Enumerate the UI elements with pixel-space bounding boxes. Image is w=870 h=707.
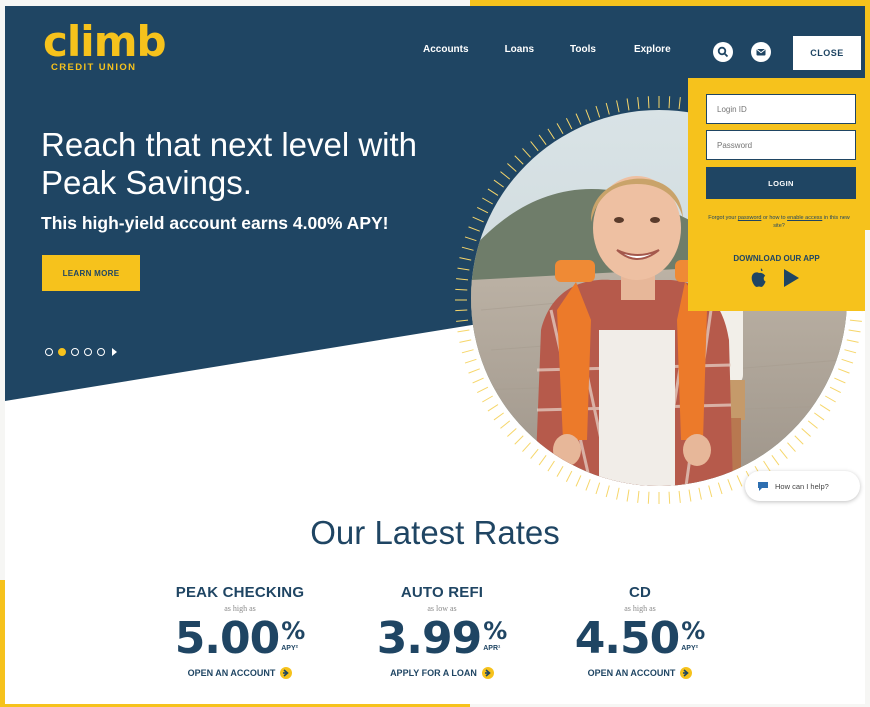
main-nav: Accounts Loans Tools Explore bbox=[423, 44, 671, 55]
nav-item-tools[interactable]: Tools bbox=[570, 44, 596, 55]
rate-percent: % bbox=[281, 617, 306, 645]
password-input[interactable] bbox=[706, 130, 856, 160]
carousel-dot-2[interactable] bbox=[58, 348, 66, 356]
search-icon bbox=[717, 46, 729, 58]
apple-icon[interactable] bbox=[750, 268, 768, 288]
carousel-dot-5[interactable] bbox=[97, 348, 105, 356]
rate-name: CD bbox=[628, 584, 652, 601]
rate-unit: APR¹ bbox=[483, 645, 501, 652]
rate-value: 5.00 bbox=[174, 613, 281, 664]
forgot-middle-text: or how to bbox=[762, 215, 786, 221]
rate-name: AUTO REFI bbox=[400, 584, 484, 601]
rate-unit: APY² bbox=[681, 645, 698, 652]
apply-loan-link[interactable]: APPLY FOR A LOAN bbox=[357, 667, 527, 679]
rate-card-peak-checking: PEAK CHECKING as high as 5.00 % APY² OPE… bbox=[155, 584, 325, 679]
login-panel: LOGIN Forgot your password or how to ena… bbox=[688, 78, 865, 311]
message-icon bbox=[756, 49, 766, 56]
open-account-link[interactable]: OPEN AN ACCOUNT bbox=[155, 667, 325, 679]
carousel-dot-1[interactable] bbox=[45, 348, 53, 356]
arrow-right-icon bbox=[481, 667, 494, 679]
forgot-prefix-text: Forgot your bbox=[708, 215, 737, 221]
rate-qualifier: as high as bbox=[624, 604, 656, 613]
rate-qualifier: as high as bbox=[224, 604, 256, 613]
climb-logo[interactable]: climb CREDIT UNION bbox=[43, 17, 167, 74]
carousel-dot-3[interactable] bbox=[71, 348, 79, 356]
message-button[interactable] bbox=[751, 42, 771, 62]
app-store-links bbox=[750, 268, 800, 288]
arrow-right-icon bbox=[280, 667, 293, 679]
rate-percent: % bbox=[681, 617, 706, 645]
rate-link-label: OPEN AN ACCOUNT bbox=[587, 668, 676, 678]
learn-more-button[interactable]: LEARN MORE bbox=[42, 255, 140, 291]
nav-item-accounts[interactable]: Accounts bbox=[423, 44, 469, 55]
rate-link-label: APPLY FOR A LOAN bbox=[390, 668, 477, 678]
carousel-dots bbox=[45, 348, 117, 356]
rate-qualifier: as low as bbox=[427, 604, 457, 613]
login-button[interactable]: LOGIN bbox=[706, 167, 856, 199]
logo-wordmark: climb bbox=[43, 17, 167, 66]
hero-headline: Reach that next level with Peak Savings. bbox=[41, 126, 418, 201]
enable-access-link[interactable]: enable access bbox=[787, 215, 822, 221]
forgot-credentials-text: Forgot your password or how to enable ac… bbox=[704, 214, 854, 230]
chat-bubble-icon bbox=[758, 481, 768, 491]
carousel-next-arrow-icon[interactable] bbox=[112, 348, 117, 356]
login-id-input[interactable] bbox=[706, 94, 856, 124]
google-play-icon[interactable] bbox=[782, 268, 800, 288]
arrow-right-icon bbox=[680, 667, 693, 679]
open-account-link[interactable]: OPEN AN ACCOUNT bbox=[555, 667, 725, 679]
chat-label: How can I help? bbox=[775, 481, 829, 491]
forgot-password-link[interactable]: password bbox=[738, 215, 762, 221]
carousel-dot-4[interactable] bbox=[84, 348, 92, 356]
rate-percent: % bbox=[483, 617, 508, 645]
rate-card-auto-refi: AUTO REFI as low as 3.99 % APR¹ APPLY FO… bbox=[357, 584, 527, 679]
rate-value: 4.50 bbox=[574, 613, 681, 664]
search-button[interactable] bbox=[713, 42, 733, 62]
chat-widget[interactable]: How can I help? bbox=[745, 471, 860, 501]
nav-item-loans[interactable]: Loans bbox=[505, 44, 534, 55]
rate-name: PEAK CHECKING bbox=[175, 584, 305, 601]
rate-link-label: OPEN AN ACCOUNT bbox=[187, 668, 276, 678]
rates-title: Our Latest Rates bbox=[310, 514, 560, 551]
rate-value: 3.99 bbox=[376, 613, 483, 664]
hero-subheadline: This high-yield account earns 4.00% APY! bbox=[41, 213, 389, 233]
download-app-label: DOWNLOAD OUR APP bbox=[733, 254, 820, 263]
page: climb CREDIT UNION Accounts Loans Tools … bbox=[5, 6, 865, 704]
nav-item-explore[interactable]: Explore bbox=[634, 44, 671, 55]
close-button[interactable]: CLOSE bbox=[793, 36, 861, 70]
rate-unit: APY² bbox=[281, 645, 298, 652]
rate-card-cd: CD as high as 4.50 % APY² OPEN AN ACCOUN… bbox=[555, 584, 725, 679]
